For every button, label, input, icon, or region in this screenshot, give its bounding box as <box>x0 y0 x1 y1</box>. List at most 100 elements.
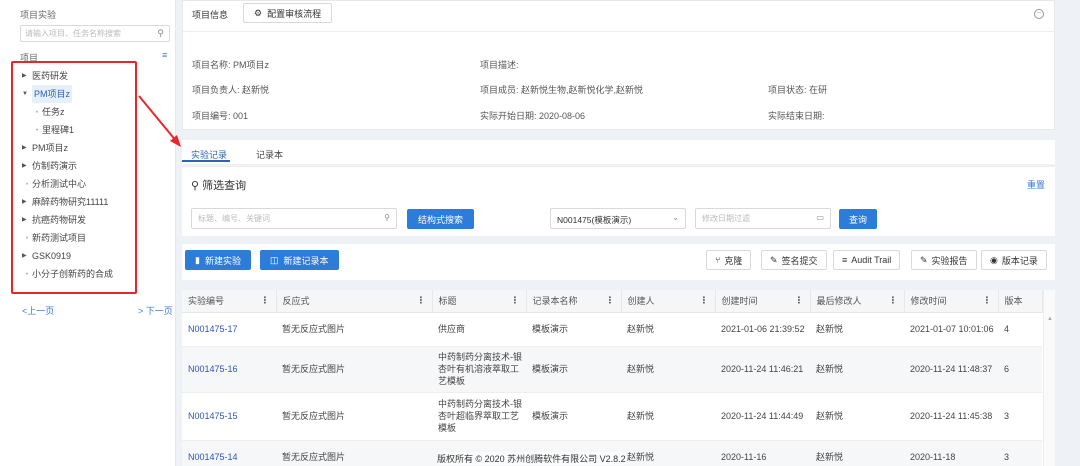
project-search-input[interactable] <box>21 26 149 41</box>
date-filter-input[interactable] <box>696 209 810 228</box>
reaction-cell: 暂无反应式图片 <box>276 392 432 441</box>
date-filter[interactable]: ▭ <box>695 208 831 229</box>
project-description: 项目描述: <box>480 60 519 70</box>
prev-page-link[interactable]: <上一页 <box>22 304 54 317</box>
column-header[interactable]: 版本 <box>998 290 1043 313</box>
column-header[interactable]: 反应式 ⋮ <box>276 290 433 313</box>
configure-review-flow-button[interactable]: ⚙ 配置审核流程 <box>243 3 333 23</box>
modifier-cell: 赵新悦 <box>810 312 904 347</box>
column-header[interactable]: 创建人 ⋮ <box>621 290 716 313</box>
keyword-search-box[interactable]: ⚲ <box>191 208 397 229</box>
notebook-cell: 模板演示 <box>526 312 621 347</box>
experiment-id-link[interactable]: N001475-16 <box>188 364 238 374</box>
reaction-cell: 暂无反应式图片 <box>276 440 432 466</box>
table-row[interactable]: N001475-15 暂无反应式图片 中药制药分离技术-银杏叶超临界萃取工艺模板… <box>182 392 1042 441</box>
calendar-icon[interactable]: ▭ <box>816 213 824 222</box>
column-menu-icon[interactable]: ⋮ <box>417 295 426 306</box>
annotation-arrow <box>138 95 181 147</box>
experiment-id-link[interactable]: N001475-15 <box>188 411 238 421</box>
collapse-icon[interactable]: − <box>1034 9 1044 19</box>
modified-time-cell: 2020-11-24 11:45:38 <box>904 392 998 441</box>
modified-time-cell: 2020-11-18 <box>904 440 998 466</box>
next-page-link[interactable]: > 下一页 <box>138 304 173 317</box>
modifier-cell: 赵新悦 <box>810 346 904 393</box>
column-menu-icon[interactable]: ⋮ <box>795 295 804 306</box>
version-history-button[interactable]: ◉ 版本记录 <box>981 250 1047 270</box>
search-icon: ⚲ <box>191 180 203 192</box>
table-row[interactable]: N001475-17 暂无反应式图片 供应商 模板演示 赵新悦 2021-01-… <box>182 312 1042 347</box>
eye-icon: ◉ <box>990 254 998 265</box>
filter-lines-icon[interactable]: ≡ <box>162 50 167 60</box>
tab-notebooks[interactable]: 记录本 <box>256 148 283 161</box>
book-icon: ◫ <box>270 254 279 265</box>
project-end-date: 实际结束日期: <box>768 111 825 121</box>
project-name: 项目名称: PM项目z <box>192 60 270 70</box>
column-header[interactable]: 实验编号 ⋮ <box>182 290 277 313</box>
pen-icon: ✎ <box>770 254 778 265</box>
modified-time-cell: 2020-11-24 11:48:37 <box>904 346 998 393</box>
created-time-cell: 2020-11-16 <box>715 440 810 466</box>
column-header[interactable]: 最后修改人 ⋮ <box>810 290 905 313</box>
clone-button[interactable]: ⑂ 克隆 <box>706 250 752 270</box>
reaction-cell: 暂无反应式图片 <box>276 346 432 393</box>
title-cell: 中药制药分离技术-银杏叶有机溶液萃取工艺模板 <box>432 346 526 393</box>
notebook-cell: 模板演示 <box>526 392 621 441</box>
column-menu-icon[interactable]: ⋮ <box>261 295 270 306</box>
filter-panel: ⚲ 筛选查询 重置 ⚲ 结构式搜索 N001475(模板演示) ⌄ ▭ 查询 <box>182 166 1055 236</box>
gear-icon: ⚙ <box>254 7 263 18</box>
created-time-cell: 2021-01-06 21:39:52 <box>715 312 810 347</box>
column-header[interactable]: 标题 ⋮ <box>432 290 527 313</box>
experiment-id-link[interactable]: N001475-14 <box>188 452 238 462</box>
table-row[interactable]: N001475-16 暂无反应式图片 中药制药分离技术-银杏叶有机溶液萃取工艺模… <box>182 346 1042 393</box>
version-cell: 4 <box>998 312 1042 347</box>
creator-cell: 赵新悦 <box>621 392 715 441</box>
project-members: 项目成员: 赵新悦生物,赵新悦化学,赵新悦 <box>480 85 644 95</box>
structure-search-button[interactable]: 结构式搜索 <box>407 209 474 229</box>
column-header[interactable]: 记录本名称 ⋮ <box>526 290 622 313</box>
project-info-panel: 项目信息 ⚙ 配置审核流程 − 项目名称: PM项目z 项目描述: 项目负责人: … <box>182 0 1055 130</box>
table-scrollbar[interactable]: ▲ <box>1043 290 1055 466</box>
record-tabs: 实验记录 记录本 <box>182 140 1055 164</box>
active-tab-indicator <box>182 160 230 162</box>
project-info-tab[interactable]: 项目信息 <box>192 8 228 21</box>
sidebar-title: 项目实验 <box>20 10 57 20</box>
column-header[interactable]: 修改时间 ⋮ <box>904 290 999 313</box>
copyright-footer: 版权所有 © 2020 苏州创腾软件有限公司 V2.8.2 <box>437 452 626 465</box>
search-icon[interactable]: ⚲ <box>384 213 390 222</box>
project-start-date: 实际开始日期: 2020-08-06 <box>480 111 586 121</box>
search-icon[interactable]: ⚲ <box>157 28 164 39</box>
table-header-row: 实验编号 ⋮ 反应式 ⋮ 标题 ⋮ 记录本名称 ⋮ 创建人 ⋮ 创建时间 ⋮ 最后修改人 ⋮ … <box>182 290 1043 313</box>
list-icon: ≡ <box>842 255 848 265</box>
sign-submit-button[interactable]: ✎ 签名提交 <box>761 250 827 270</box>
column-menu-icon[interactable]: ⋮ <box>889 295 898 306</box>
reset-link[interactable]: 重置 <box>1027 178 1045 191</box>
audit-trail-button[interactable]: ≡ Audit Trail <box>833 250 901 270</box>
annotation-highlight-box <box>11 61 137 294</box>
column-header[interactable]: 创建时间 ⋮ <box>715 290 811 313</box>
file-icon: ▮ <box>195 254 200 265</box>
creator-cell: 赵新悦 <box>621 440 715 466</box>
column-menu-icon[interactable]: ⋮ <box>700 295 709 306</box>
pen-icon: ✎ <box>920 254 928 265</box>
new-notebook-button[interactable]: ◫ 新建记录本 <box>260 250 339 270</box>
column-menu-icon[interactable]: ⋮ <box>511 295 520 306</box>
experiment-report-button[interactable]: ✎ 实验报告 <box>911 250 977 270</box>
notebook-select[interactable]: N001475(模板演示) ⌄ <box>550 208 686 229</box>
version-cell: 3 <box>998 440 1042 466</box>
column-menu-icon[interactable]: ⋮ <box>983 295 992 306</box>
query-button[interactable]: 查询 <box>839 209 877 229</box>
chevron-down-icon[interactable]: ⌄ <box>672 213 679 222</box>
new-experiment-button[interactable]: ▮ 新建实验 <box>185 250 251 270</box>
creator-cell: 赵新悦 <box>621 312 715 347</box>
project-leader: 项目负责人: 赵新悦 <box>192 85 270 95</box>
notebook-cell: 模板演示 <box>526 346 621 393</box>
column-menu-icon[interactable]: ⋮ <box>606 295 615 306</box>
modifier-cell: 赵新悦 <box>810 392 904 441</box>
experiment-id-link[interactable]: N001475-17 <box>188 324 238 334</box>
scroll-up-icon[interactable]: ▲ <box>1047 316 1053 322</box>
created-time-cell: 2020-11-24 11:44:49 <box>715 392 810 441</box>
keyword-input[interactable] <box>192 209 366 228</box>
project-search-box[interactable]: ⚲ <box>20 25 170 42</box>
action-toolbar: ▮ 新建实验 ◫ 新建记录本 ⑂ 克隆 ✎ 签名提交 ≡ Audit Trail ✎ 实验报… <box>182 244 1055 280</box>
project-code: 项目编号: 001 <box>192 111 249 121</box>
